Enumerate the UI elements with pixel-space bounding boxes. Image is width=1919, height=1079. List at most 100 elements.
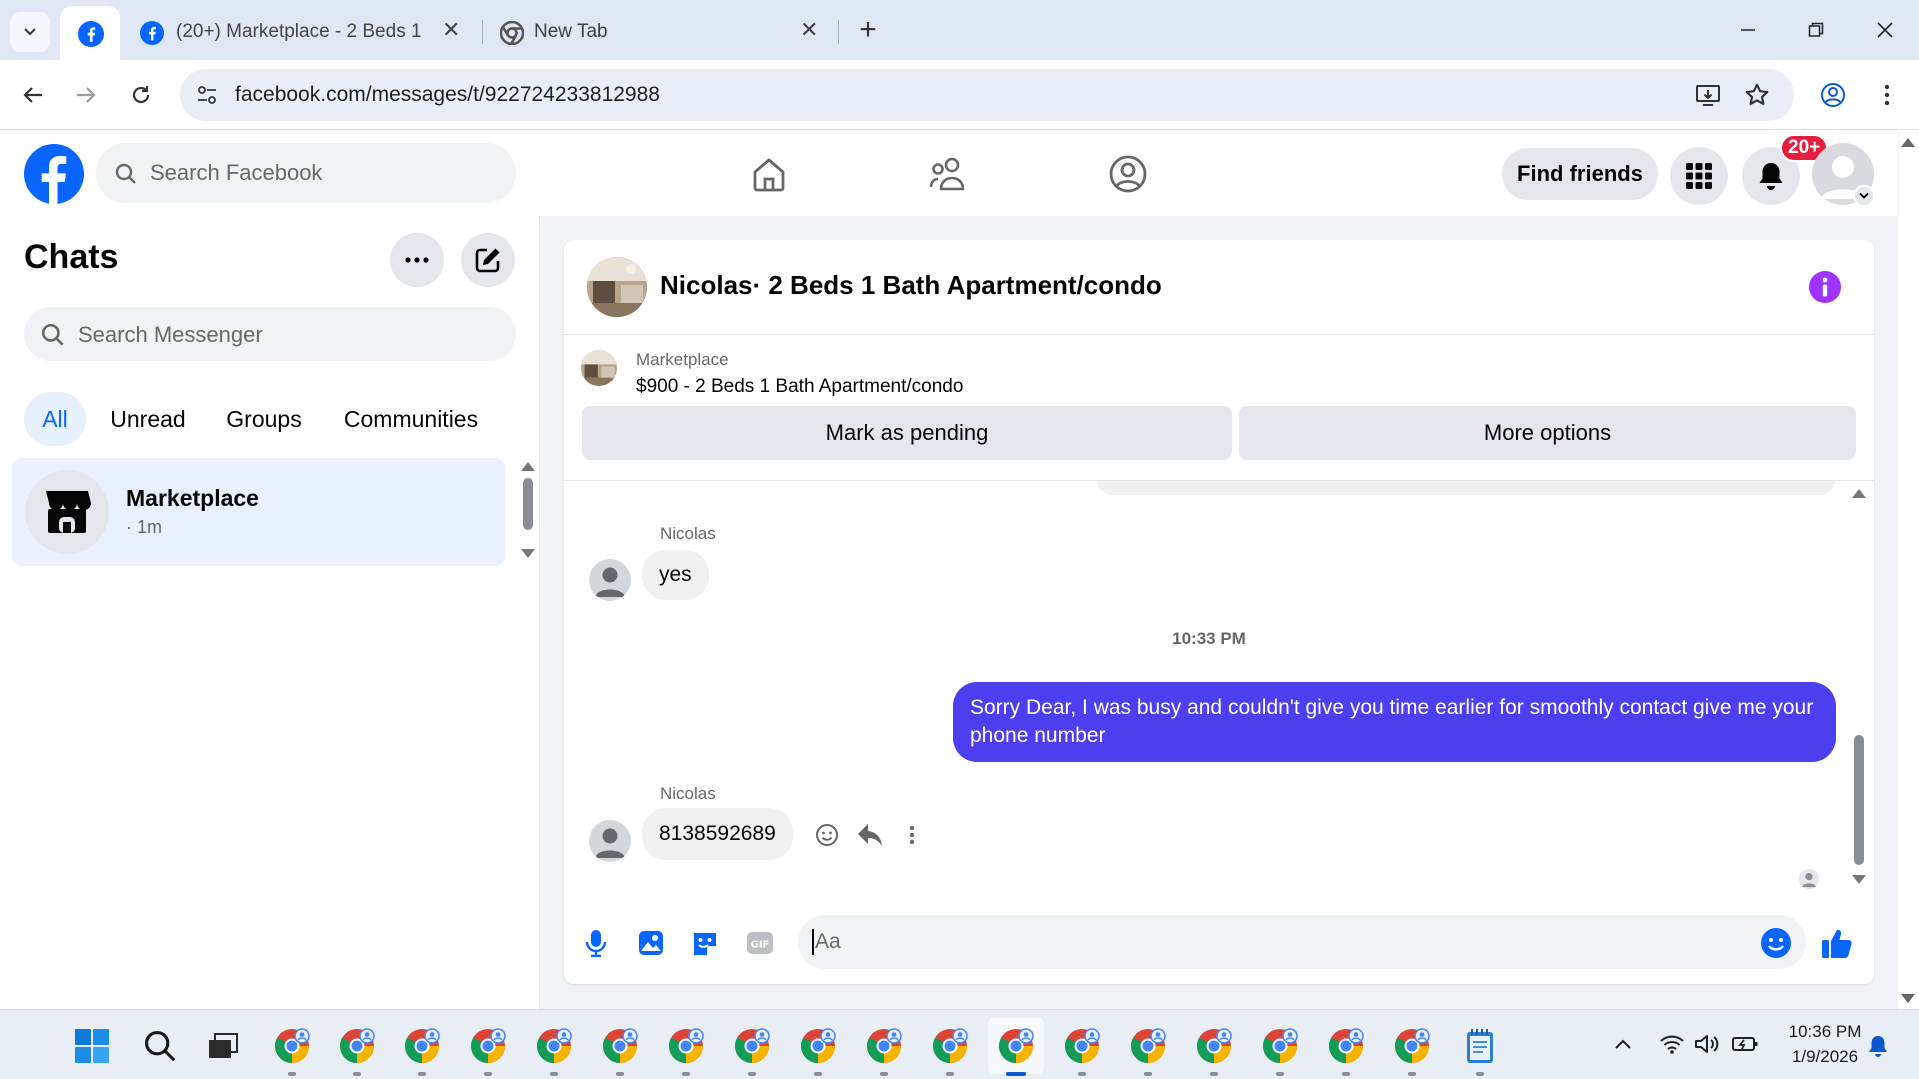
taskbar-chrome-window[interactable]: [1060, 1024, 1104, 1076]
taskbar-chrome-window[interactable]: [1192, 1024, 1236, 1076]
forward-button[interactable]: [67, 76, 105, 114]
listing-description[interactable]: $900 - 2 Beds 1 Bath Apartment/condo: [636, 376, 963, 398]
photo-icon[interactable]: [638, 930, 664, 956]
filter-communities[interactable]: Communities: [330, 392, 492, 446]
tab-marketplace[interactable]: (20+) Marketplace - 2 Beds 1 Ba ✕: [124, 6, 478, 60]
gif-icon[interactable]: GIF: [746, 931, 774, 955]
taskbar-chrome-window[interactable]: [1390, 1024, 1434, 1076]
microphone-icon[interactable]: [585, 929, 607, 957]
message-bubble[interactable]: yes: [642, 550, 709, 600]
clock-date[interactable]: 1/9/2026: [1770, 1047, 1880, 1067]
listing-photo-avatar[interactable]: [587, 257, 647, 317]
close-tab-icon[interactable]: ✕: [442, 17, 460, 43]
notification-bell-icon[interactable]: [1868, 1034, 1888, 1058]
filter-all[interactable]: All: [24, 392, 86, 446]
taskbar-search-button[interactable]: [138, 1024, 182, 1068]
bookmark-star-icon[interactable]: [1744, 82, 1770, 108]
menu-button[interactable]: [1670, 147, 1728, 205]
address-bar[interactable]: facebook.com/messages/t/922724233812988: [180, 69, 1794, 121]
sticker-icon[interactable]: [691, 930, 719, 956]
scroll-down-arrow[interactable]: [521, 549, 535, 558]
filter-unread[interactable]: Unread: [100, 392, 196, 446]
wifi-icon[interactable]: [1659, 1034, 1685, 1054]
message-input[interactable]: Aa: [798, 915, 1806, 969]
scroll-up-arrow[interactable]: [1852, 489, 1866, 498]
task-view-button[interactable]: [201, 1024, 245, 1068]
taskbar-chrome-window[interactable]: [335, 1024, 379, 1076]
more-options-button[interactable]: More options: [1239, 406, 1856, 460]
scroll-thumb[interactable]: [1854, 735, 1864, 865]
tab-search-button[interactable]: [10, 12, 50, 52]
chevron-up-icon[interactable]: [1614, 1038, 1632, 1050]
scroll-up-arrow[interactable]: [521, 462, 535, 471]
nav-profile[interactable]: [1104, 150, 1152, 198]
taskbar-chrome-window[interactable]: [598, 1024, 642, 1076]
taskbar-chrome-window[interactable]: [664, 1024, 708, 1076]
site-settings-icon[interactable]: [196, 84, 218, 106]
mark-as-pending-button[interactable]: Mark as pending: [582, 406, 1232, 460]
sender-avatar[interactable]: [589, 559, 631, 601]
taskbar-chrome-window[interactable]: [988, 1018, 1044, 1076]
running-indicator: [748, 1072, 756, 1076]
taskbar-chrome-window[interactable]: [400, 1024, 444, 1076]
clock-time[interactable]: 10:36 PM: [1770, 1022, 1880, 1042]
sender-avatar[interactable]: [589, 820, 631, 862]
scroll-thumb[interactable]: [523, 478, 533, 530]
profile-button[interactable]: [1814, 76, 1852, 114]
chats-options-button[interactable]: [390, 233, 444, 287]
back-button[interactable]: [14, 76, 52, 114]
chat-list-scrollbar[interactable]: [520, 462, 536, 560]
taskbar-chrome-window[interactable]: [466, 1024, 510, 1076]
scroll-down-arrow[interactable]: [1852, 875, 1866, 884]
taskbar-chrome-window[interactable]: [862, 1024, 906, 1076]
account-menu-toggle[interactable]: [1853, 185, 1875, 207]
facebook-logo[interactable]: [24, 144, 84, 204]
react-emoji-icon[interactable]: [815, 823, 839, 847]
conversation-title[interactable]: Nicolas· 2 Beds 1 Bath Apartment/condo: [660, 270, 1162, 301]
taskbar-chrome-window[interactable]: [796, 1024, 840, 1076]
nav-friends[interactable]: [924, 150, 972, 198]
message-bubble[interactable]: 8138592689: [642, 808, 793, 860]
taskbar-chrome-window[interactable]: [928, 1024, 972, 1076]
profile-icon: [1821, 83, 1845, 107]
volume-icon[interactable]: [1694, 1033, 1720, 1055]
close-tab-icon[interactable]: ✕: [800, 17, 818, 43]
messenger-search[interactable]: Search Messenger: [24, 307, 516, 361]
new-tab-button[interactable]: +: [848, 10, 888, 50]
start-button[interactable]: [70, 1024, 114, 1068]
battery-icon[interactable]: [1731, 1034, 1759, 1054]
restore-button[interactable]: [1782, 0, 1850, 60]
nav-home[interactable]: [745, 150, 793, 198]
tab-facebook-pinned[interactable]: [60, 6, 120, 60]
facebook-search[interactable]: Search Facebook: [96, 143, 516, 203]
url-text[interactable]: facebook.com/messages/t/922724233812988: [235, 83, 660, 107]
my-message-bubble[interactable]: Sorry Dear, I was busy and couldn't give…: [953, 682, 1836, 762]
tab-new-tab[interactable]: New Tab ✕: [486, 6, 830, 60]
chat-list-item[interactable]: Marketplace · 1m: [12, 458, 505, 566]
more-vertical-icon[interactable]: [909, 825, 915, 845]
message-scrollbar[interactable]: [1850, 485, 1868, 885]
reply-icon[interactable]: [856, 822, 884, 848]
install-app-icon[interactable]: [1695, 83, 1721, 107]
taskbar-chrome-window[interactable]: [1324, 1024, 1368, 1076]
new-message-button[interactable]: [461, 233, 515, 287]
listing-thumbnail[interactable]: [581, 350, 617, 386]
minimize-button[interactable]: [1714, 0, 1782, 60]
taskbar-chrome-window[interactable]: [1126, 1024, 1170, 1076]
filter-groups[interactable]: Groups: [212, 392, 316, 446]
scroll-down-arrow[interactable]: [1901, 994, 1915, 1003]
like-thumb-icon[interactable]: [1820, 926, 1854, 960]
taskbar-chrome-window[interactable]: [730, 1024, 774, 1076]
page-scrollbar[interactable]: [1898, 130, 1919, 1009]
scroll-up-arrow[interactable]: [1901, 138, 1915, 147]
emoji-icon[interactable]: [1760, 927, 1792, 959]
taskbar-notepad[interactable]: [1458, 1024, 1502, 1076]
taskbar-chrome-window[interactable]: [532, 1024, 576, 1076]
close-window-button[interactable]: [1851, 0, 1919, 60]
conversation-info-button[interactable]: [1809, 271, 1841, 303]
taskbar-chrome-window[interactable]: [270, 1024, 314, 1076]
taskbar-chrome-window[interactable]: [1258, 1024, 1302, 1076]
reload-button[interactable]: [122, 76, 160, 114]
browser-menu-button[interactable]: [1868, 76, 1906, 114]
find-friends-button[interactable]: Find friends: [1502, 148, 1658, 200]
